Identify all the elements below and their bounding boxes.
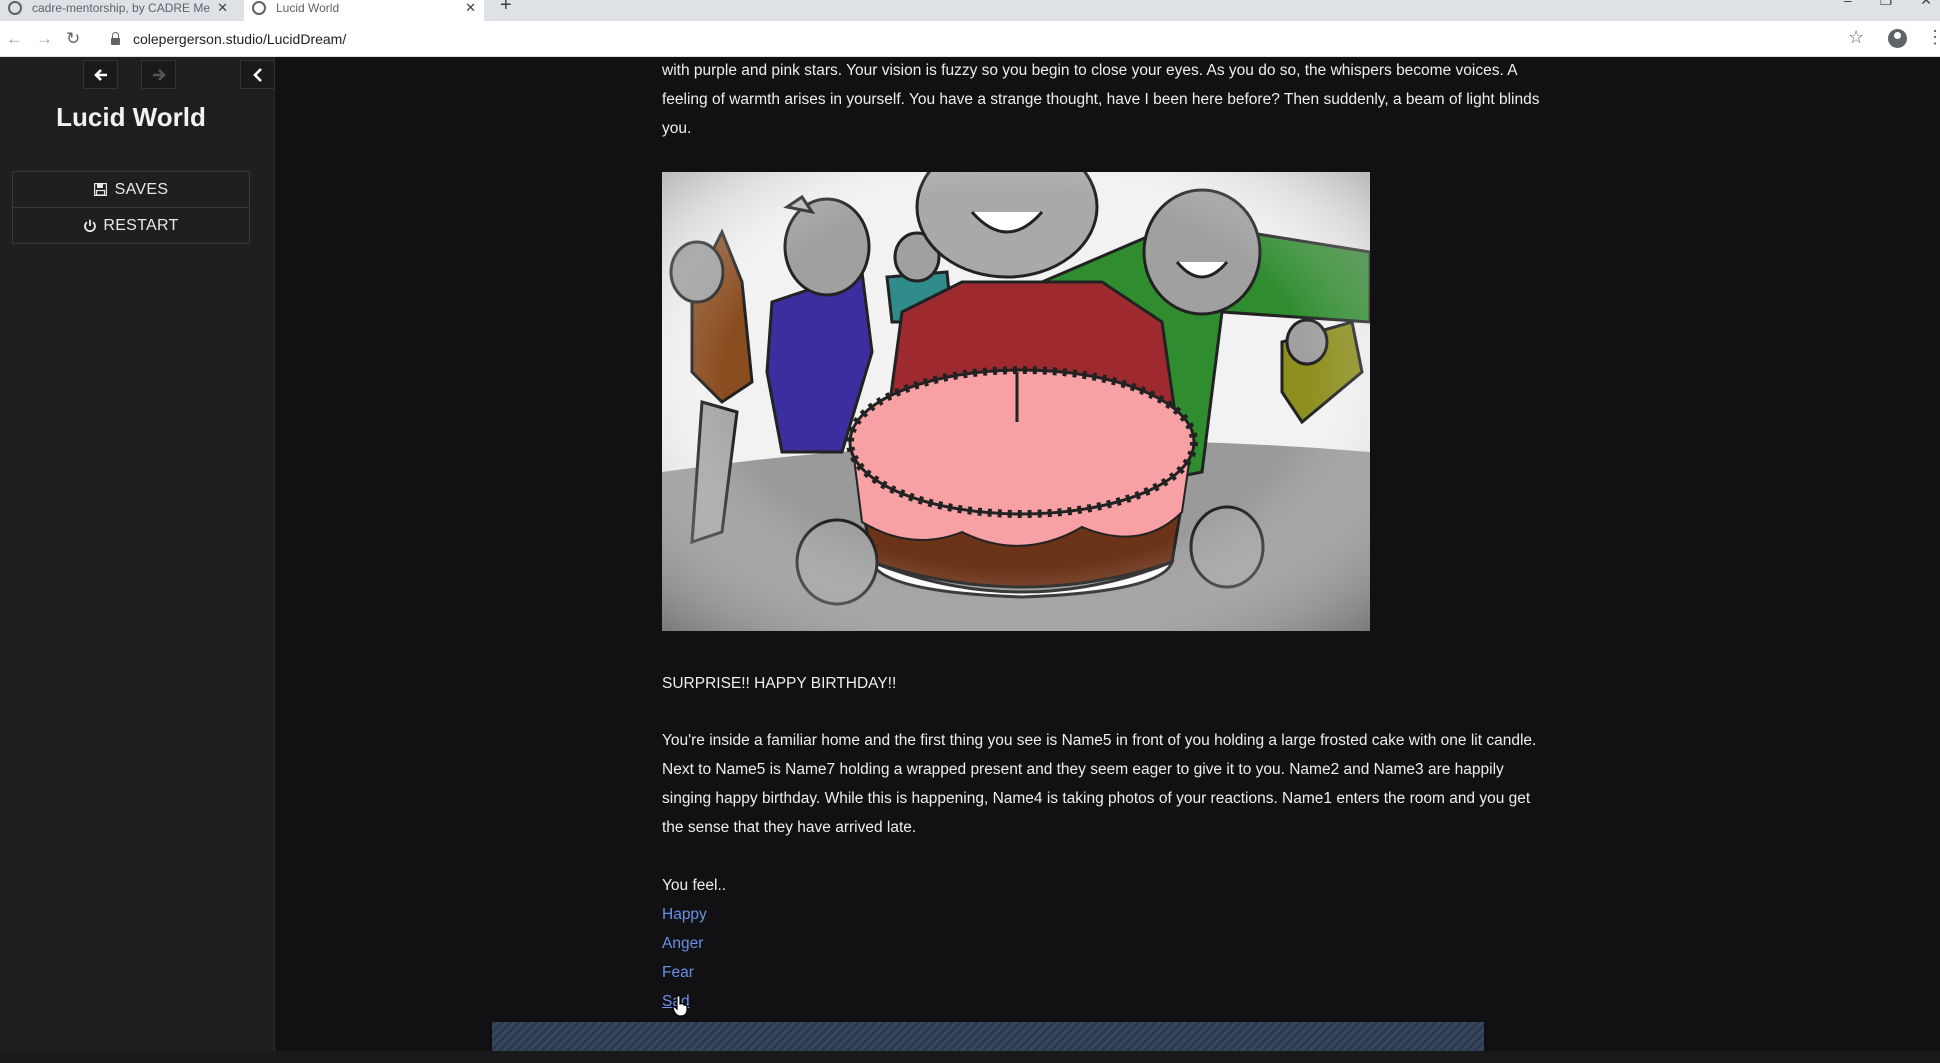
choice-link-happy[interactable]: Happy	[662, 900, 1542, 929]
chevron-left-icon	[252, 67, 262, 82]
arrow-left-icon	[93, 68, 107, 81]
hand-pointer-icon	[672, 995, 688, 1017]
browser-toolbar: ← → ↻ colepergerson.studio/LucidDream/ ☆…	[0, 21, 1940, 57]
footer-bar	[492, 1022, 1484, 1051]
browser-tab-cadre[interactable]: cadre-mentorship, by CADRE Me ✕	[0, 0, 236, 21]
surprise-heading: SURPRISE!! HAPPY BIRTHDAY!!	[662, 675, 897, 692]
profile-avatar-icon[interactable]	[1888, 29, 1907, 48]
story-passage: with purple and pink stars. Your vision …	[662, 57, 1542, 1016]
browser-back-icon[interactable]: ←	[6, 29, 23, 49]
window-controls: – ❐ ✕	[1844, 0, 1932, 9]
bookmark-star-icon[interactable]: ☆	[1848, 27, 1864, 48]
globe-icon	[252, 0, 266, 15]
saves-label: SAVES	[114, 180, 169, 198]
sidebar-collapse-button[interactable]	[240, 60, 275, 89]
choice-link-anger[interactable]: Anger	[662, 929, 1542, 958]
tab-title: Lucid World	[276, 0, 340, 15]
close-tab-icon[interactable]: ✕	[217, 0, 228, 16]
history-forward-button[interactable]	[141, 60, 176, 89]
lock-icon	[111, 31, 120, 45]
story-sidebar: Lucid World SAVES RESTART	[0, 57, 275, 1063]
browser-forward-icon[interactable]: →	[36, 29, 53, 49]
minimize-icon[interactable]: –	[1844, 0, 1852, 9]
address-bar[interactable]: colepergerson.studio/LucidDream/	[103, 25, 1843, 53]
history-back-button[interactable]	[83, 60, 118, 89]
story-menu: SAVES RESTART	[12, 171, 250, 244]
choice-list: Happy Anger Fear Sad	[662, 900, 1542, 1016]
birthday-party-illustration	[662, 172, 1370, 631]
new-tab-button[interactable]: +	[500, 0, 512, 17]
browser-menu-icon[interactable]: ⋮	[1926, 27, 1940, 48]
restart-button[interactable]: RESTART	[13, 207, 249, 243]
floppy-disk-icon	[93, 183, 107, 196]
browser-tab-lucid-world[interactable]: Lucid World ✕	[244, 0, 484, 21]
saves-button[interactable]: SAVES	[13, 172, 249, 207]
restart-label: RESTART	[103, 216, 179, 234]
choice-prompt: You feel..	[662, 877, 727, 894]
choice-link-fear[interactable]: Fear	[662, 958, 1542, 987]
story-title: Lucid World	[56, 102, 206, 132]
arrow-right-icon	[152, 68, 166, 81]
restore-icon[interactable]: ❐	[1880, 0, 1893, 9]
url-text: colepergerson.studio/LucidDream/	[133, 31, 347, 47]
close-tab-icon[interactable]: ✕	[465, 0, 476, 16]
power-icon	[84, 219, 97, 232]
globe-icon	[8, 0, 22, 15]
browser-tab-strip: cadre-mentorship, by CADRE Me ✕ Lucid Wo…	[0, 0, 1940, 21]
tab-title: cadre-mentorship, by CADRE Me	[32, 0, 211, 15]
reload-icon[interactable]: ↻	[66, 29, 80, 49]
choice-link-sad[interactable]: Sad	[662, 987, 1542, 1016]
close-window-icon[interactable]: ✕	[1920, 0, 1932, 9]
taskbar-strip	[0, 1051, 1940, 1063]
passage-intro-text: with purple and pink stars. Your vision …	[662, 62, 1540, 137]
passage-description-text: You're inside a familiar home and the fi…	[662, 732, 1537, 836]
